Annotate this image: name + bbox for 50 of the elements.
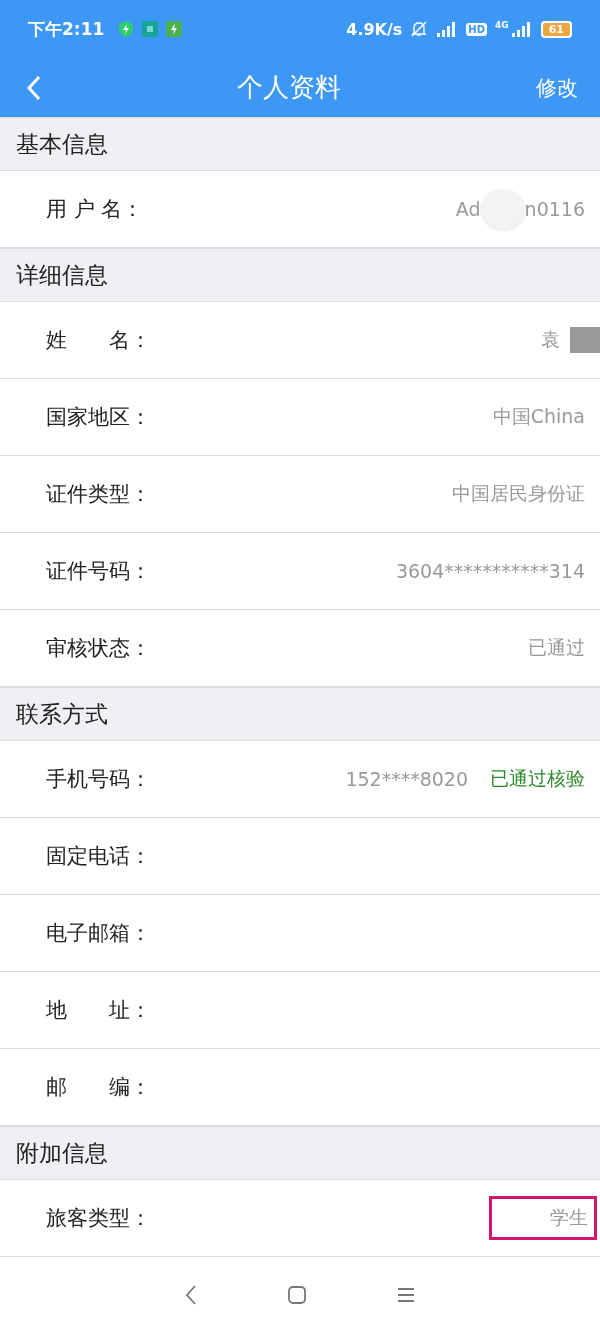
info-row[interactable]: 地 址： [0, 972, 600, 1049]
back-icon[interactable] [26, 74, 42, 101]
field-label: 证件号码： [46, 558, 151, 585]
field-label: 审核状态： [46, 635, 151, 662]
charging-icon [166, 21, 183, 37]
info-row[interactable]: 姓 名： 袁 [0, 302, 600, 379]
field-label: 旅客类型： [46, 1205, 151, 1232]
field-label: 邮 编： [46, 1074, 151, 1101]
field-label: 国家地区： [46, 404, 151, 431]
field-label: 姓 名： [46, 327, 151, 354]
field-value: 152****8020 [345, 768, 468, 790]
section-header: 联系方式 [0, 687, 600, 741]
app-icon [142, 21, 159, 37]
verified-status: 已通过核验 [490, 766, 585, 791]
battery-indicator: 61 [540, 20, 572, 38]
hd-badge: HD [466, 22, 488, 36]
field-label: 证件类型： [46, 481, 151, 508]
info-row[interactable]: 证件号码： 3604***********314 [0, 533, 600, 610]
field-value: 学生 [489, 1196, 597, 1240]
info-row[interactable]: 电子邮箱： [0, 895, 600, 972]
status-time: 下午2:11 [28, 17, 105, 41]
info-row[interactable]: 国家地区： 中国China [0, 379, 600, 456]
shield-icon [118, 20, 135, 38]
section-header: 附加信息 [0, 1126, 600, 1180]
home-icon[interactable] [287, 1285, 307, 1305]
back-icon[interactable] [184, 1284, 199, 1306]
section-header: 基本信息 [0, 117, 600, 171]
field-label: 地 址： [46, 997, 151, 1024]
field-value: 中国China [492, 404, 585, 429]
field-value: 已通过 [528, 635, 585, 660]
section-header: 详细信息 [0, 248, 600, 302]
field-value: 袁 [541, 327, 560, 352]
network-speed: 4.9K/s [346, 19, 403, 39]
field-value: n0116 [524, 198, 585, 220]
signal-icon [510, 21, 533, 37]
field-value: 中国居民身份证 [452, 481, 585, 506]
bell-muted-icon [410, 20, 429, 38]
field-value: Ad [455, 198, 481, 220]
field-label: 手机号码： [46, 766, 151, 793]
field-label: 固定电话： [46, 843, 151, 870]
field-value: 3604***********314 [395, 560, 585, 582]
page-title: 个人资料 [236, 71, 342, 104]
info-row[interactable]: 证件类型： 中国居民身份证 [0, 456, 600, 533]
field-label: 用 户 名： [46, 196, 144, 223]
field-label: 电子邮箱： [46, 920, 151, 947]
network-type: 4G [495, 20, 509, 30]
info-row[interactable]: 固定电话： [0, 818, 600, 895]
info-row[interactable]: 旅客类型： 学生 [0, 1180, 600, 1257]
menu-icon[interactable] [395, 1286, 416, 1304]
info-row[interactable]: 手机号码： 152****8020 已通过核验 [0, 741, 600, 818]
